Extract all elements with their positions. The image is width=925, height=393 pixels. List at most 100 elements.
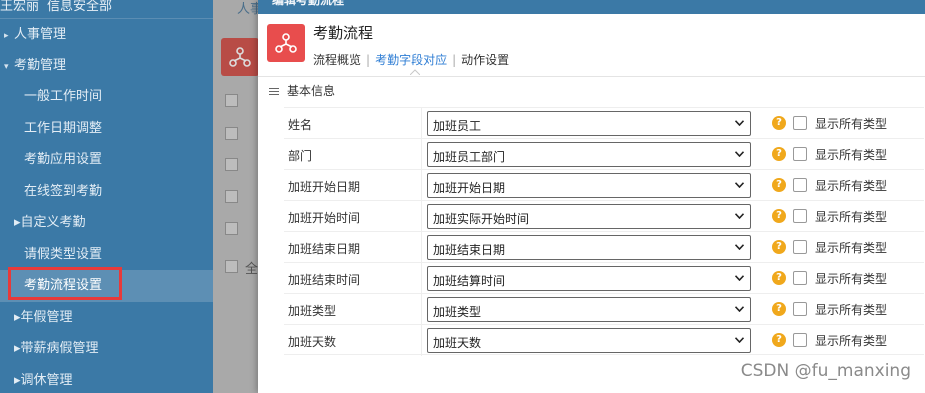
highlight-box — [8, 267, 122, 300]
sidebar-item-active[interactable]: 考勤流程设置 — [0, 267, 213, 302]
show-all-types-checkbox[interactable] — [793, 147, 807, 161]
sidebar-group[interactable]: ▸ 人事管理 — [0, 19, 213, 50]
show-all-types-checkbox[interactable] — [793, 116, 807, 130]
chevron-down-icon — [735, 213, 744, 219]
sidebar-item[interactable]: 请假类型设置 — [0, 239, 213, 271]
show-all-types-checkbox[interactable] — [793, 333, 807, 347]
show-all-types-checkbox[interactable] — [793, 271, 807, 285]
user-info: 王宏丽 信息安全部 — [0, 0, 213, 18]
cell-divider — [421, 170, 422, 201]
field-select[interactable]: 加班结束日期 — [427, 235, 751, 260]
workflow-logo — [267, 24, 305, 62]
sidebar-item[interactable]: 在线签到考勤 — [0, 176, 213, 208]
sidebar-item-label: 年假管理 — [20, 309, 73, 325]
show-all-types-label: 显示所有类型 — [815, 179, 888, 193]
sidebar-subgroup[interactable]: ▸带薪病假管理 — [0, 333, 213, 365]
field-select[interactable]: 加班员工 — [427, 111, 751, 136]
sidebar-item-label: 考勤应用设置 — [24, 152, 103, 167]
chevron-down-icon — [735, 120, 744, 126]
select-value: 加班员工 — [433, 119, 482, 133]
field-row: 姓名 加班员工? 显示所有类型 — [284, 107, 924, 139]
show-all-types-label: 显示所有类型 — [815, 117, 888, 131]
field-select[interactable]: 加班员工部门 — [427, 142, 751, 167]
question-circle-icon[interactable]: ? — [772, 240, 786, 254]
field-select[interactable]: 加班开始日期 — [427, 173, 751, 198]
select-all-label: 全 — [245, 262, 259, 277]
show-all-types-checkbox[interactable] — [793, 240, 807, 254]
field-label: 部门 — [288, 149, 313, 163]
field-row: 加班开始时间 加班实际开始时间? 显示所有类型 — [284, 200, 924, 232]
question-circle-icon[interactable]: ? — [772, 271, 786, 285]
select-value: 加班实际开始时间 — [433, 212, 530, 226]
field-select[interactable]: 加班天数 — [427, 328, 751, 353]
field-label: 加班类型 — [288, 304, 337, 318]
user-name: 王宏丽 — [0, 0, 40, 14]
show-all-types-checkbox[interactable] — [793, 302, 807, 316]
sidebar-item-label: 人事管理 — [14, 27, 67, 42]
active-tab-indicator-icon — [410, 69, 420, 75]
field-row: 加班类型 加班类型? 显示所有类型 — [284, 293, 924, 325]
tab-1[interactable]: 考勤字段对应 — [375, 53, 447, 67]
sidebar-item-label: 请假类型设置 — [24, 246, 103, 262]
page-title: 考勤流程 — [313, 24, 374, 42]
workflow-nodes-icon — [275, 33, 297, 53]
watermark: CSDN @fu_manxing — [740, 361, 911, 381]
cell-divider — [421, 263, 422, 294]
sidebar-item-label: 调休管理 — [20, 372, 73, 388]
show-all-types-checkbox[interactable] — [793, 209, 807, 223]
modal-title: 编辑考勤流程 — [272, 0, 345, 7]
show-all-types-checkbox[interactable] — [793, 178, 807, 192]
show-all-types-label: 显示所有类型 — [815, 148, 888, 162]
question-circle-icon[interactable]: ? — [772, 178, 786, 192]
background-checkbox[interactable] — [225, 127, 238, 140]
question-circle-icon[interactable]: ? — [772, 116, 786, 130]
sidebar-subgroup[interactable]: ▸自定义考勤 — [0, 207, 213, 239]
tab-separator: | — [366, 53, 371, 67]
select-value: 加班结束日期 — [433, 243, 506, 257]
select-value: 加班结算时间 — [433, 274, 506, 288]
chevron-down-icon — [735, 337, 744, 343]
tab-2[interactable]: 动作设置 — [461, 53, 509, 67]
sidebar-menu: ▸ 人事管理 ▾ 考勤管理一般工作时间 工作日期调整 考勤应用设置在线签到考勤 ▸自定义考勤… — [0, 19, 213, 393]
background-checkbox[interactable] — [225, 260, 238, 273]
field-select[interactable]: 加班类型 — [427, 297, 751, 322]
sidebar-item-label: 一般工作时间 — [24, 89, 103, 104]
caret-down-icon: ▾ — [4, 62, 9, 72]
modal-tabs: 流程概览 | 考勤字段对应 | 动作设置 — [313, 51, 509, 68]
sidebar-item[interactable]: 考勤应用设置 — [0, 144, 213, 176]
background-checkbox[interactable] — [225, 222, 238, 235]
sidebar-group[interactable]: ▾ 考勤管理 — [0, 50, 213, 81]
select-value: 加班类型 — [433, 305, 482, 319]
field-select[interactable]: 加班结算时间 — [427, 266, 751, 291]
tab-0[interactable]: 流程概览 — [313, 53, 361, 67]
background-checkbox[interactable] — [225, 94, 238, 107]
sidebar-item[interactable]: 工作日期调整 — [0, 113, 213, 145]
field-mapping-table: 姓名 加班员工? 显示所有类型 部门 加班员工部门? 显示所有类型 加班开始日期 加班开始日期… — [284, 107, 924, 356]
tab-separator: | — [452, 53, 457, 67]
field-label: 加班结束时间 — [288, 273, 361, 287]
cell-divider — [421, 294, 422, 325]
field-label: 姓名 — [288, 118, 313, 132]
question-circle-icon[interactable]: ? — [772, 147, 786, 161]
sidebar-item[interactable]: 一般工作时间 — [0, 81, 213, 113]
cell-divider — [421, 201, 422, 232]
field-select[interactable]: 加班实际开始时间 — [427, 204, 751, 229]
sidebar-subgroup[interactable]: ▸调休管理 — [0, 365, 213, 393]
question-circle-icon[interactable]: ? — [772, 333, 786, 347]
question-circle-icon[interactable]: ? — [772, 302, 786, 316]
field-label: 加班开始日期 — [288, 180, 361, 194]
sidebar-item-label: 工作日期调整 — [24, 120, 103, 136]
sidebar-subgroup[interactable]: ▸年假管理 — [0, 302, 213, 334]
field-label: 加班天数 — [288, 335, 337, 349]
show-all-types-label: 显示所有类型 — [815, 210, 888, 224]
question-circle-icon[interactable]: ? — [772, 209, 786, 223]
cell-divider — [421, 139, 422, 170]
select-value: 加班天数 — [433, 336, 482, 350]
background-logo — [221, 38, 259, 76]
section-title: 基本信息 — [287, 84, 336, 98]
section-header: 基本信息 — [269, 82, 335, 99]
sidebar-item-label: 考勤管理 — [14, 58, 67, 73]
field-label: 加班开始时间 — [288, 211, 361, 225]
background-checkbox[interactable] — [225, 158, 238, 171]
background-checkbox[interactable] — [225, 190, 238, 203]
